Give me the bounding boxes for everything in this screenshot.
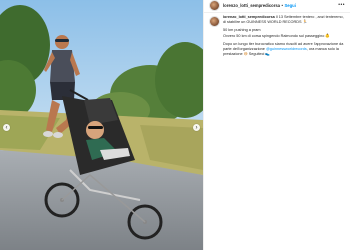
shoe-emoji-icon: 👟 — [265, 52, 271, 57]
caption-username[interactable]: lorenzo_lotti_sempredicorsa — [223, 15, 275, 19]
post-photo[interactable]: ‹ › — [0, 0, 203, 250]
caption-paragraph-2: 50 km pushing a pram Ovvero 50 km di cor… — [223, 28, 347, 38]
runner-with-stroller-image — [0, 0, 203, 250]
instagram-post: ‹ › lorenzo_lotti_sempredicorsa • Segui … — [0, 0, 350, 250]
runner-emoji-icon: 🏃 — [302, 20, 308, 25]
caption-line-5: Seguiteci — [248, 52, 265, 57]
caption-text: lorenzo_lotti_sempredicorsa Il 13 Settem… — [223, 15, 347, 57]
baby-emoji-icon: 👶 — [325, 33, 331, 38]
caption-paragraph-1: lorenzo_lotti_sempredicorsa Il 13 Settem… — [223, 15, 347, 25]
post-side-panel: lorenzo_lotti_sempredicorsa • Segui ••• … — [203, 0, 350, 250]
chevron-left-icon: ‹ — [5, 124, 8, 131]
more-options-icon[interactable]: ••• — [338, 2, 345, 8]
post-header: lorenzo_lotti_sempredicorsa • Segui ••• — [204, 0, 350, 11]
avatar[interactable] — [209, 0, 220, 11]
sweat-smile-emoji-icon: 😅 — [243, 52, 248, 57]
caption-avatar[interactable] — [209, 15, 220, 27]
divider — [204, 12, 350, 13]
previous-photo-button[interactable]: ‹ — [3, 124, 10, 131]
caption-line-2: 50 km pushing a pram — [223, 28, 261, 33]
caption-line-3: Ovvero 50 km di corsa spingendo Raimondo… — [223, 33, 325, 38]
next-photo-button[interactable]: › — [193, 124, 200, 131]
chevron-right-icon: › — [195, 124, 198, 131]
follow-button[interactable]: Segui — [284, 3, 295, 8]
header-username[interactable]: lorenzo_lotti_sempredicorsa — [223, 3, 280, 8]
separator-dot: • — [281, 2, 283, 8]
post-caption: lorenzo_lotti_sempredicorsa Il 13 Settem… — [209, 15, 347, 57]
guinness-mention-link[interactable]: @guinnessworldrecords — [266, 47, 307, 51]
caption-paragraph-3: Dopo un lungo iter burocratico siamo riu… — [223, 42, 347, 58]
